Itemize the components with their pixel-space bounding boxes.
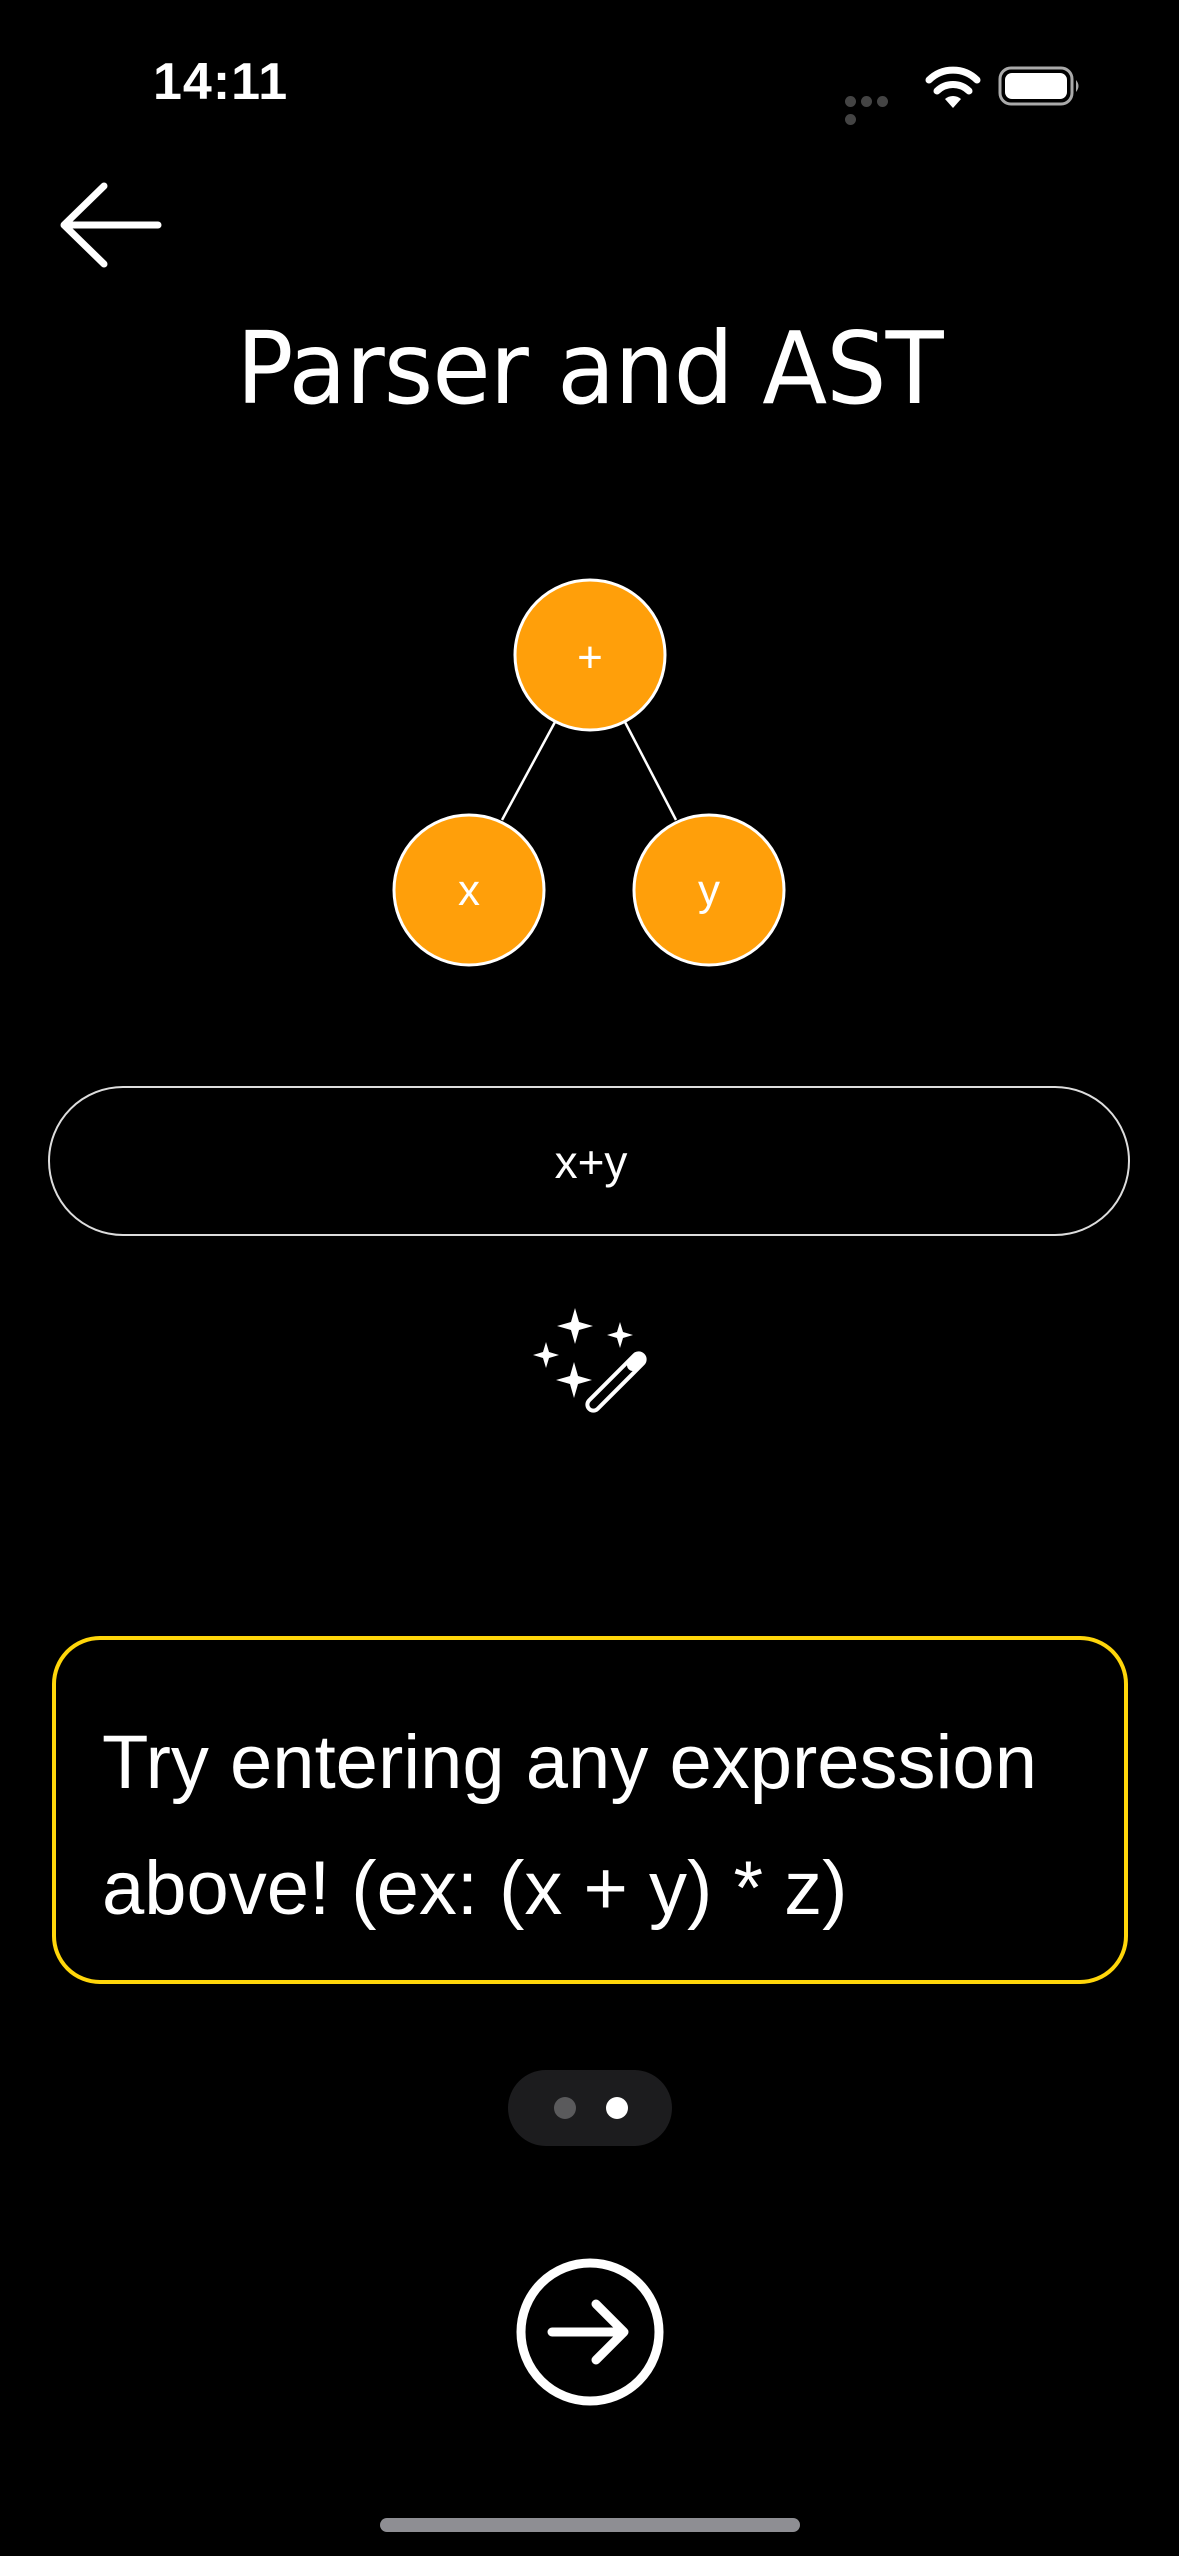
magic-wand-sparkles-icon xyxy=(533,1308,647,1413)
ast-node-left: x xyxy=(392,813,546,967)
hint-text: Try entering any expression above! (ex: … xyxy=(102,1720,1037,1931)
expression-field[interactable] xyxy=(48,1086,1132,1236)
hint-card: Try entering any expression above! (ex: … xyxy=(52,1636,1128,1984)
cellular-signal-icon xyxy=(845,94,905,125)
ast-node-root: + xyxy=(513,578,667,732)
battery-icon xyxy=(998,66,1079,106)
next-button[interactable] xyxy=(514,2256,666,2408)
ast-node-right-label: y xyxy=(698,866,720,915)
status-time: 14:11 xyxy=(153,53,289,111)
page-dot-2[interactable] xyxy=(606,2097,628,2119)
ast-node-left-label: x xyxy=(458,866,480,915)
expression-input[interactable] xyxy=(50,1088,1132,1236)
arrow-right-circle-icon xyxy=(516,2258,664,2406)
magic-wand-button[interactable] xyxy=(530,1300,650,1420)
ast-node-right: y xyxy=(632,813,786,967)
ast-tree: + x y xyxy=(392,578,786,967)
ast-node-root-label: + xyxy=(577,633,603,682)
arrow-left-icon xyxy=(60,182,162,268)
page-title: Parser and AST xyxy=(236,310,943,427)
wifi-icon xyxy=(925,66,981,108)
home-indicator[interactable] xyxy=(380,2518,800,2532)
page-dot-1[interactable] xyxy=(554,2097,576,2119)
ast-edge-right xyxy=(623,721,678,821)
ast-edge-left xyxy=(500,721,557,821)
back-button[interactable] xyxy=(58,180,164,270)
page-indicator[interactable] xyxy=(508,2070,672,2146)
